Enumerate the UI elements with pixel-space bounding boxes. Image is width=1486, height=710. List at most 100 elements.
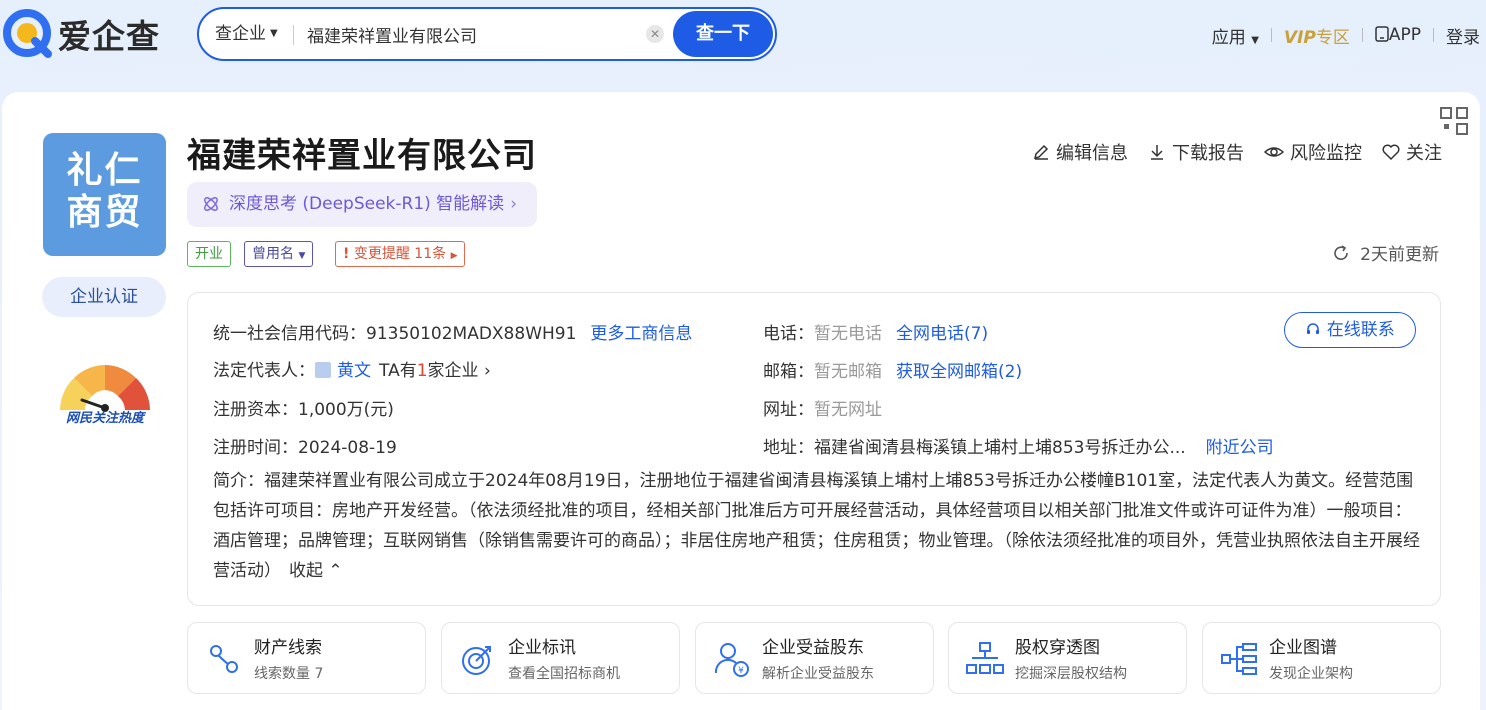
- heart-icon: [1382, 144, 1400, 161]
- nav-apps[interactable]: 应用 ▼: [1206, 23, 1265, 48]
- ta-suffix: 家企业: [427, 361, 479, 381]
- card-bid-news[interactable]: 企业标讯 查看全国招标商机: [441, 622, 680, 694]
- intro-text: 福建荣祥置业有限公司成立于2024年08月19日，注册地位于福建省闽清县梅溪镇上…: [213, 471, 1420, 581]
- all-emails-link[interactable]: 获取全网邮箱(2): [896, 362, 1022, 382]
- ta-prefix: TA有: [379, 361, 417, 381]
- property-clues-icon: [210, 645, 238, 673]
- enterprise-cert-button[interactable]: 企业认证: [42, 277, 166, 317]
- intro-label: 简介：: [213, 471, 264, 491]
- risk-monitor-button[interactable]: 风险监控: [1264, 139, 1362, 165]
- qr-code-icon[interactable]: [1438, 105, 1470, 137]
- avatar: [315, 362, 331, 378]
- online-contact-button[interactable]: 在线联系: [1284, 312, 1416, 348]
- shareholder-icon: ¥: [714, 643, 749, 677]
- card-subtitle: 挖掘深层股权结构: [1015, 666, 1127, 682]
- phone-label: 电话：: [763, 324, 814, 344]
- nav-vip-zone[interactable]: VIP专区: [1278, 23, 1356, 48]
- vip-zone-label: 专区: [1315, 27, 1350, 48]
- update-status[interactable]: 2天前更新: [1332, 240, 1439, 265]
- legal-rep-companies-link[interactable]: TA有1家企业 ›: [379, 361, 491, 381]
- card-enterprise-graph[interactable]: 企业图谱 发现企业架构: [1202, 622, 1441, 694]
- chevron-up-icon: ⌃: [328, 561, 343, 581]
- refresh-icon: [1334, 244, 1348, 260]
- ai-interpret-button[interactable]: 深度思考 (DeepSeek-R1) 智能解读 ›: [187, 182, 537, 227]
- all-phones-link[interactable]: 全网电话(7): [896, 324, 988, 344]
- edit-info-button[interactable]: 编辑信息: [1032, 139, 1128, 165]
- collapse-label: 收起: [289, 561, 323, 581]
- search-type-label: 查企业: [215, 24, 266, 44]
- search-type-dropdown[interactable]: 查企业 ▼: [215, 9, 278, 59]
- card-equity-penetration[interactable]: 股权穿透图 挖掘深层股权结构: [948, 622, 1187, 694]
- credit-code-value[interactable]: 91350102MADX88WH91: [366, 324, 576, 344]
- website-label: 网址：: [763, 400, 814, 420]
- card-title: 股权穿透图: [1015, 638, 1100, 658]
- clear-icon[interactable]: ✕: [646, 25, 664, 43]
- change-alert-label: 变更提醒 11条: [353, 246, 447, 262]
- search-bar: 查企业 ▼ ✕ 查一下: [197, 7, 777, 61]
- target-icon: [462, 646, 491, 675]
- card-title: 企业受益股东: [762, 638, 864, 658]
- top-header: 爱企查 查企业 ▼ ✕ 查一下 应用 ▼ VIP专区 APP 登录: [0, 0, 1486, 70]
- logo-text-line2: 商贸: [66, 191, 143, 233]
- follow-button[interactable]: 关注: [1382, 139, 1442, 165]
- ai-interpret-label: 深度思考 (DeepSeek-R1) 智能解读: [229, 194, 505, 214]
- former-name-label: 曾用名: [252, 246, 294, 262]
- more-business-link[interactable]: 更多工商信息: [590, 324, 692, 344]
- capital-label: 注册资本：: [213, 400, 298, 420]
- edit-icon: [1033, 144, 1049, 160]
- nav-divider: [1270, 28, 1272, 42]
- chevron-right-icon: ›: [483, 361, 491, 381]
- card-title: 财产线索: [254, 638, 322, 658]
- company-logo: 礼仁 商贸: [43, 133, 166, 256]
- credit-code-label: 统一社会信用代码：: [213, 324, 366, 344]
- headset-icon: [1307, 323, 1320, 334]
- svg-text:¥: ¥: [738, 666, 744, 676]
- reg-time-row: 注册时间：2024-08-19: [213, 433, 397, 458]
- search-input[interactable]: [307, 19, 627, 49]
- edit-info-label: 编辑信息: [1056, 143, 1128, 164]
- card-title: 企业图谱: [1269, 638, 1337, 658]
- online-contact-label: 在线联系: [1326, 320, 1395, 340]
- download-icon: [1151, 145, 1163, 160]
- email-label: 邮箱：: [763, 362, 814, 382]
- change-alert-badge[interactable]: ! 变更提醒 11条 ▶: [335, 241, 466, 267]
- top-nav: 应用 ▼ VIP专区 APP 登录: [1206, 20, 1486, 50]
- search-button[interactable]: 查一下: [673, 11, 773, 57]
- phone-row: 电话：暂无电话 全网电话(7): [763, 319, 988, 344]
- reg-time-label: 注册时间：: [213, 438, 298, 458]
- search-divider: [293, 25, 294, 45]
- legal-rep-row: 法定代表人： 黄文 TA有1家企业 ›: [213, 356, 491, 381]
- collapse-button[interactable]: 收起 ⌃: [289, 561, 343, 581]
- nav-app[interactable]: APP: [1369, 25, 1427, 45]
- website-value: 暂无网址: [814, 400, 882, 420]
- company-intro: 简介：福建荣祥置业有限公司成立于2024年08月19日，注册地位于福建省闽清县梅…: [213, 466, 1421, 586]
- nav-divider: [1361, 28, 1363, 42]
- card-subtitle: 线索数量 7: [254, 666, 324, 682]
- download-report-button[interactable]: 下载报告: [1148, 139, 1244, 165]
- address-value[interactable]: 福建省闽清县梅溪镇上埔村上埔853号拆迁办公...: [814, 438, 1186, 458]
- eye-icon: [1264, 147, 1284, 157]
- legal-rep-link[interactable]: 黄文: [337, 361, 371, 381]
- reg-time-value: 2024-08-19: [298, 438, 397, 458]
- updated-label: 2天前更新: [1360, 245, 1439, 265]
- capital-row: 注册资本：1,000万(元): [213, 395, 394, 420]
- company-name: 福建荣祥置业有限公司: [187, 136, 537, 176]
- former-name-dropdown[interactable]: 曾用名 ▼: [244, 241, 314, 267]
- download-report-label: 下载报告: [1172, 143, 1244, 164]
- card-beneficial-owners[interactable]: ¥ 企业受益股东 解析企业受益股东: [695, 622, 934, 694]
- ai-atom-icon: [204, 197, 218, 211]
- card-title: 企业标讯: [508, 638, 576, 658]
- vip-label: VIP: [1283, 27, 1316, 48]
- nav-login[interactable]: 登录: [1440, 23, 1486, 48]
- card-subtitle: 解析企业受益股东: [762, 666, 874, 682]
- email-value: 暂无邮箱: [814, 362, 882, 382]
- org-tree-icon: [966, 642, 1004, 674]
- nearby-companies-link[interactable]: 附近公司: [1206, 438, 1274, 458]
- chevron-right-icon: ›: [510, 194, 517, 214]
- address-row: 地址：福建省闽清县梅溪镇上埔村上埔853号拆迁办公... 附近公司: [763, 433, 1274, 458]
- card-property-clues[interactable]: 财产线索 线索数量 7: [187, 622, 426, 694]
- brand-name: 爱企查: [58, 17, 160, 56]
- logo-q-icon: [3, 9, 52, 58]
- brand-logo[interactable]: 爱企查: [2, 8, 160, 60]
- caret-down-icon: ▼: [1251, 34, 1259, 46]
